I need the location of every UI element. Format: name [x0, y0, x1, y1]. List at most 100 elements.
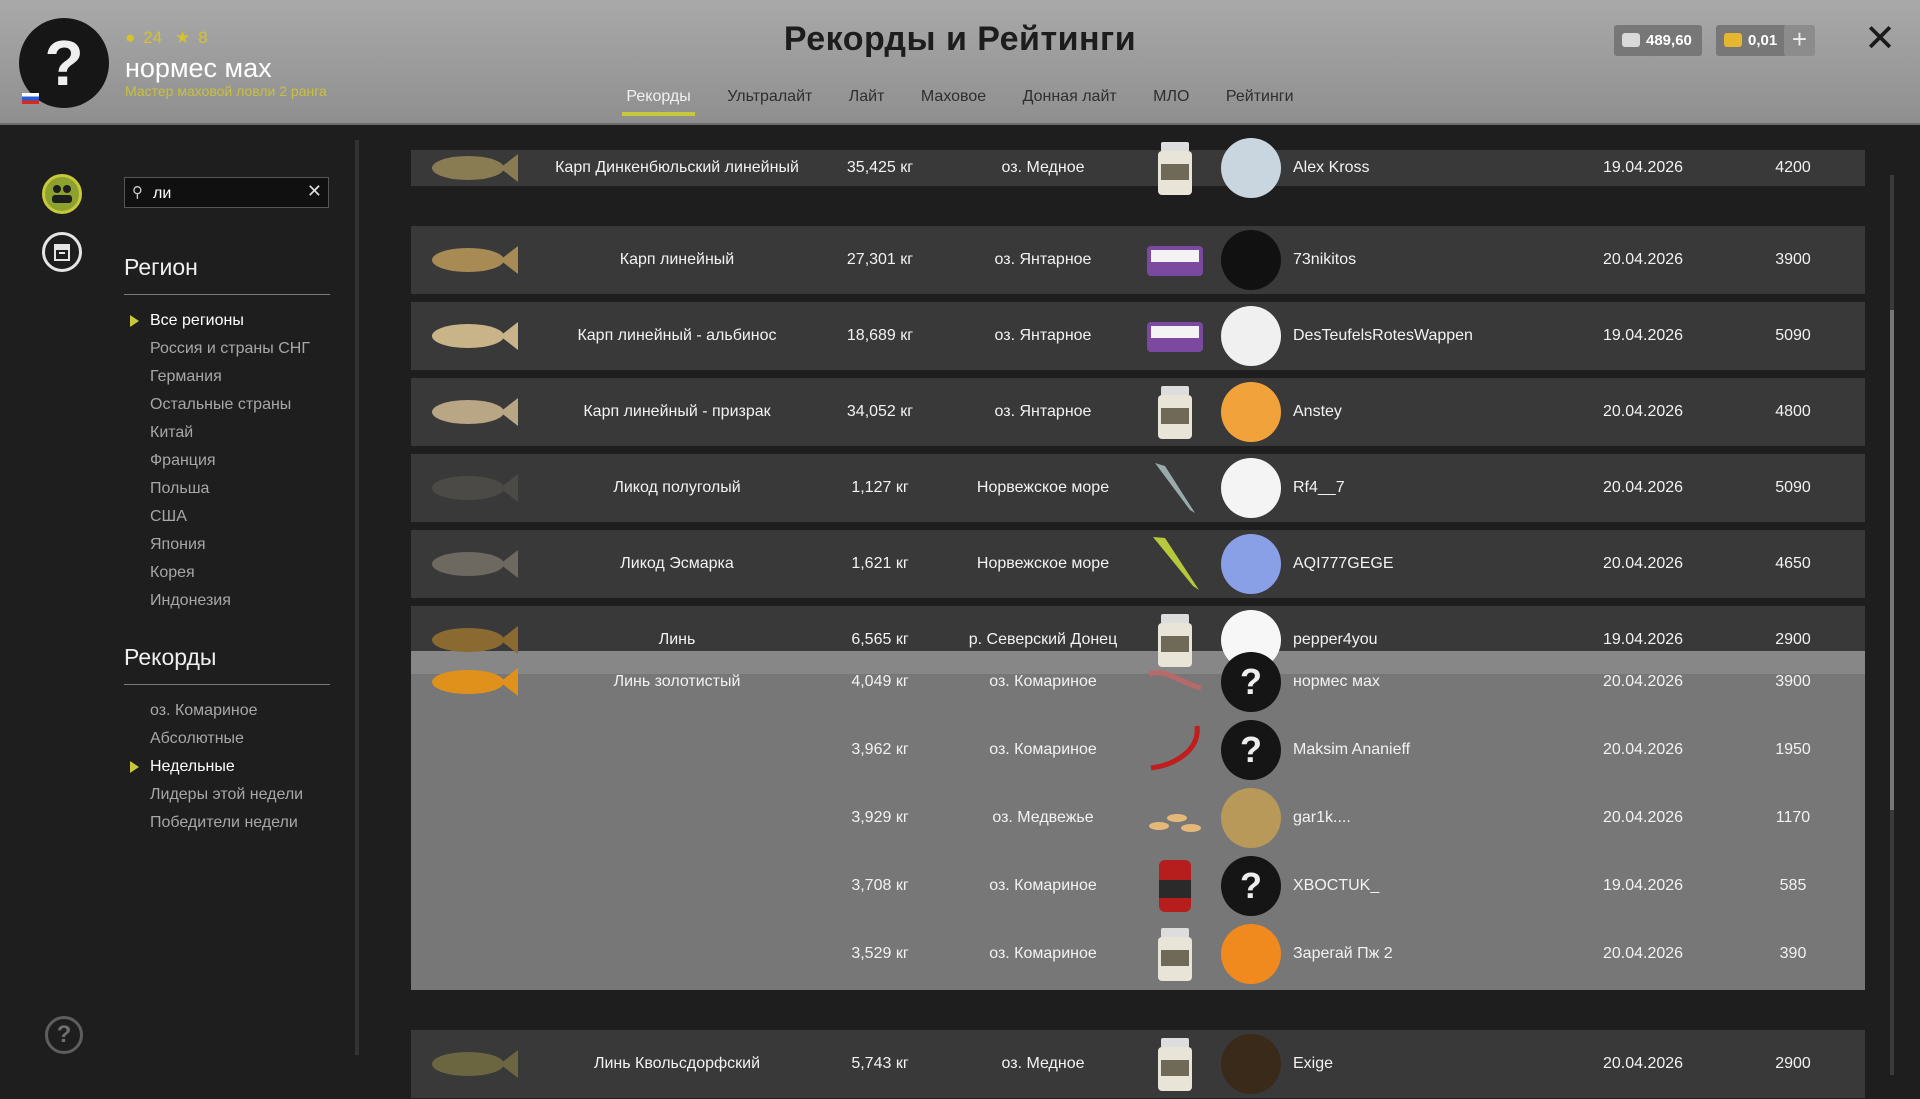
region-list: Все регионы Россия и страны СНГ Германия… — [130, 307, 310, 615]
score: 3900 — [1775, 673, 1811, 690]
player-avatar[interactable] — [1221, 138, 1281, 198]
records-divider — [124, 684, 330, 685]
records-item-absolute[interactable]: Абсолютные — [150, 725, 303, 753]
region-item-russia[interactable]: Россия и страны СНГ — [150, 335, 310, 363]
player-name[interactable]: XBOCTUK_ — [1293, 876, 1379, 896]
search-input[interactable] — [151, 182, 295, 205]
player-name[interactable]: AQI777GEGE — [1293, 554, 1394, 574]
add-currency-button[interactable]: + — [1784, 25, 1815, 56]
fish-image — [428, 1046, 518, 1082]
records-item-weekly[interactable]: Недельные — [129, 753, 303, 781]
tab-bottom-light[interactable]: Донная лайт — [1019, 88, 1121, 116]
score: 1950 — [1775, 741, 1811, 758]
region-item-poland[interactable]: Польша — [150, 475, 310, 503]
score: 1170 — [1775, 809, 1811, 826]
region-item-korea[interactable]: Корея — [150, 559, 310, 587]
bait-icon — [1145, 534, 1205, 594]
bait-icon — [1145, 138, 1205, 198]
player-avatar[interactable] — [1221, 230, 1281, 290]
records-item-week-leaders[interactable]: Лидеры этой недели — [150, 781, 303, 809]
close-button[interactable]: ✕ — [1862, 20, 1898, 58]
tab-bar: Рекорды Ультралайт Лайт Маховое Донная л… — [0, 88, 1920, 116]
player-name[interactable]: Anstey — [1293, 402, 1342, 422]
player-name[interactable]: Maksim Ananieff — [1293, 740, 1410, 760]
player-name[interactable]: Зарегай Пж 2 — [1293, 944, 1393, 964]
search-box[interactable]: ⚲ ✕ — [124, 177, 329, 208]
player-avatar[interactable] — [1221, 924, 1281, 984]
fish-image — [428, 470, 518, 506]
player-name[interactable]: DesTeufelsRotesWappen — [1293, 326, 1473, 346]
people-icon — [52, 185, 72, 203]
region-item-china[interactable]: Китай — [150, 419, 310, 447]
region-heading: Регион — [124, 254, 198, 280]
score: 2900 — [1775, 1055, 1811, 1072]
silver-coin-icon — [1622, 33, 1640, 47]
fish-image — [428, 622, 518, 658]
records-item-week-winners[interactable]: Победители недели — [150, 809, 303, 837]
score: 4200 — [1775, 159, 1811, 176]
region-item-indonesia[interactable]: Индонезия — [150, 587, 310, 615]
archive-icon[interactable] — [42, 232, 82, 272]
player-avatar[interactable] — [1221, 382, 1281, 442]
records-heading: Рекорды — [124, 644, 217, 670]
tab-ratings[interactable]: Рейтинги — [1222, 88, 1298, 116]
player-name[interactable]: pepper4you — [1293, 630, 1378, 650]
bait-icon — [1145, 652, 1205, 712]
tab-mlo[interactable]: МЛО — [1149, 88, 1193, 116]
score: 390 — [1779, 945, 1807, 962]
region-item-usa[interactable]: США — [150, 503, 310, 531]
player-avatar[interactable] — [1221, 788, 1281, 848]
score: 2900 — [1775, 631, 1811, 648]
header: ? ● 24 ★ 8 нормес мах Мастер маховой ловли… — [0, 0, 1920, 125]
gold-balance: 0,01 — [1716, 25, 1788, 56]
player-name[interactable]: gar1k.... — [1293, 808, 1351, 828]
player-avatar[interactable]: ? — [1221, 652, 1281, 712]
bait-icon — [1145, 788, 1205, 848]
player-name[interactable]: нормес мах — [1293, 672, 1380, 692]
box-icon — [54, 244, 70, 261]
score: 4650 — [1775, 555, 1811, 572]
player-avatar[interactable] — [1221, 1034, 1281, 1094]
region-item-germany[interactable]: Германия — [150, 363, 310, 391]
community-icon[interactable] — [42, 174, 82, 214]
player-name[interactable]: Exige — [1293, 1054, 1333, 1074]
gold-coin-icon — [1724, 33, 1742, 47]
region-item-other[interactable]: Остальные страны — [150, 391, 310, 419]
fish-image — [428, 546, 518, 582]
silver-amount: 489,60 — [1646, 32, 1692, 49]
player-name[interactable]: 73nikitos — [1293, 250, 1356, 270]
tab-records[interactable]: Рекорды — [622, 88, 696, 116]
player-name[interactable]: Alex Kross — [1293, 158, 1369, 178]
fish-image — [428, 394, 518, 430]
score: 5090 — [1775, 479, 1811, 496]
player-avatar[interactable] — [1221, 458, 1281, 518]
score: 3900 — [1775, 251, 1811, 268]
clear-search-icon[interactable]: ✕ — [307, 181, 322, 202]
bait-icon — [1145, 306, 1205, 366]
bait-icon — [1145, 230, 1205, 290]
region-divider — [124, 294, 330, 295]
player-avatar[interactable] — [1221, 534, 1281, 594]
gold-amount: 0,01 — [1748, 32, 1778, 49]
bait-icon — [1145, 458, 1205, 518]
region-item-japan[interactable]: Япония — [150, 531, 310, 559]
tab-light[interactable]: Лайт — [845, 88, 889, 116]
fish-image — [428, 664, 518, 700]
player-avatar[interactable]: ? — [1221, 720, 1281, 780]
player-name[interactable]: Rf4__7 — [1293, 478, 1345, 498]
table-scrollbar-thumb[interactable] — [1890, 310, 1894, 810]
tab-ultralight[interactable]: Ультралайт — [723, 88, 816, 116]
help-icon[interactable]: ? — [45, 1016, 83, 1054]
fish-image — [428, 318, 518, 354]
fish-image — [428, 150, 518, 186]
region-item-all[interactable]: Все регионы — [130, 307, 310, 335]
region-item-france[interactable]: Франция — [150, 447, 310, 475]
fish-image — [428, 242, 518, 278]
records-item-komarinoe[interactable]: оз. Комариное — [150, 697, 303, 725]
player-avatar[interactable] — [1221, 306, 1281, 366]
tab-float[interactable]: Маховое — [917, 88, 990, 116]
score: 4800 — [1775, 403, 1811, 420]
bait-icon — [1145, 382, 1205, 442]
sidebar-scrollbar[interactable] — [355, 140, 359, 1055]
player-avatar[interactable]: ? — [1221, 856, 1281, 916]
